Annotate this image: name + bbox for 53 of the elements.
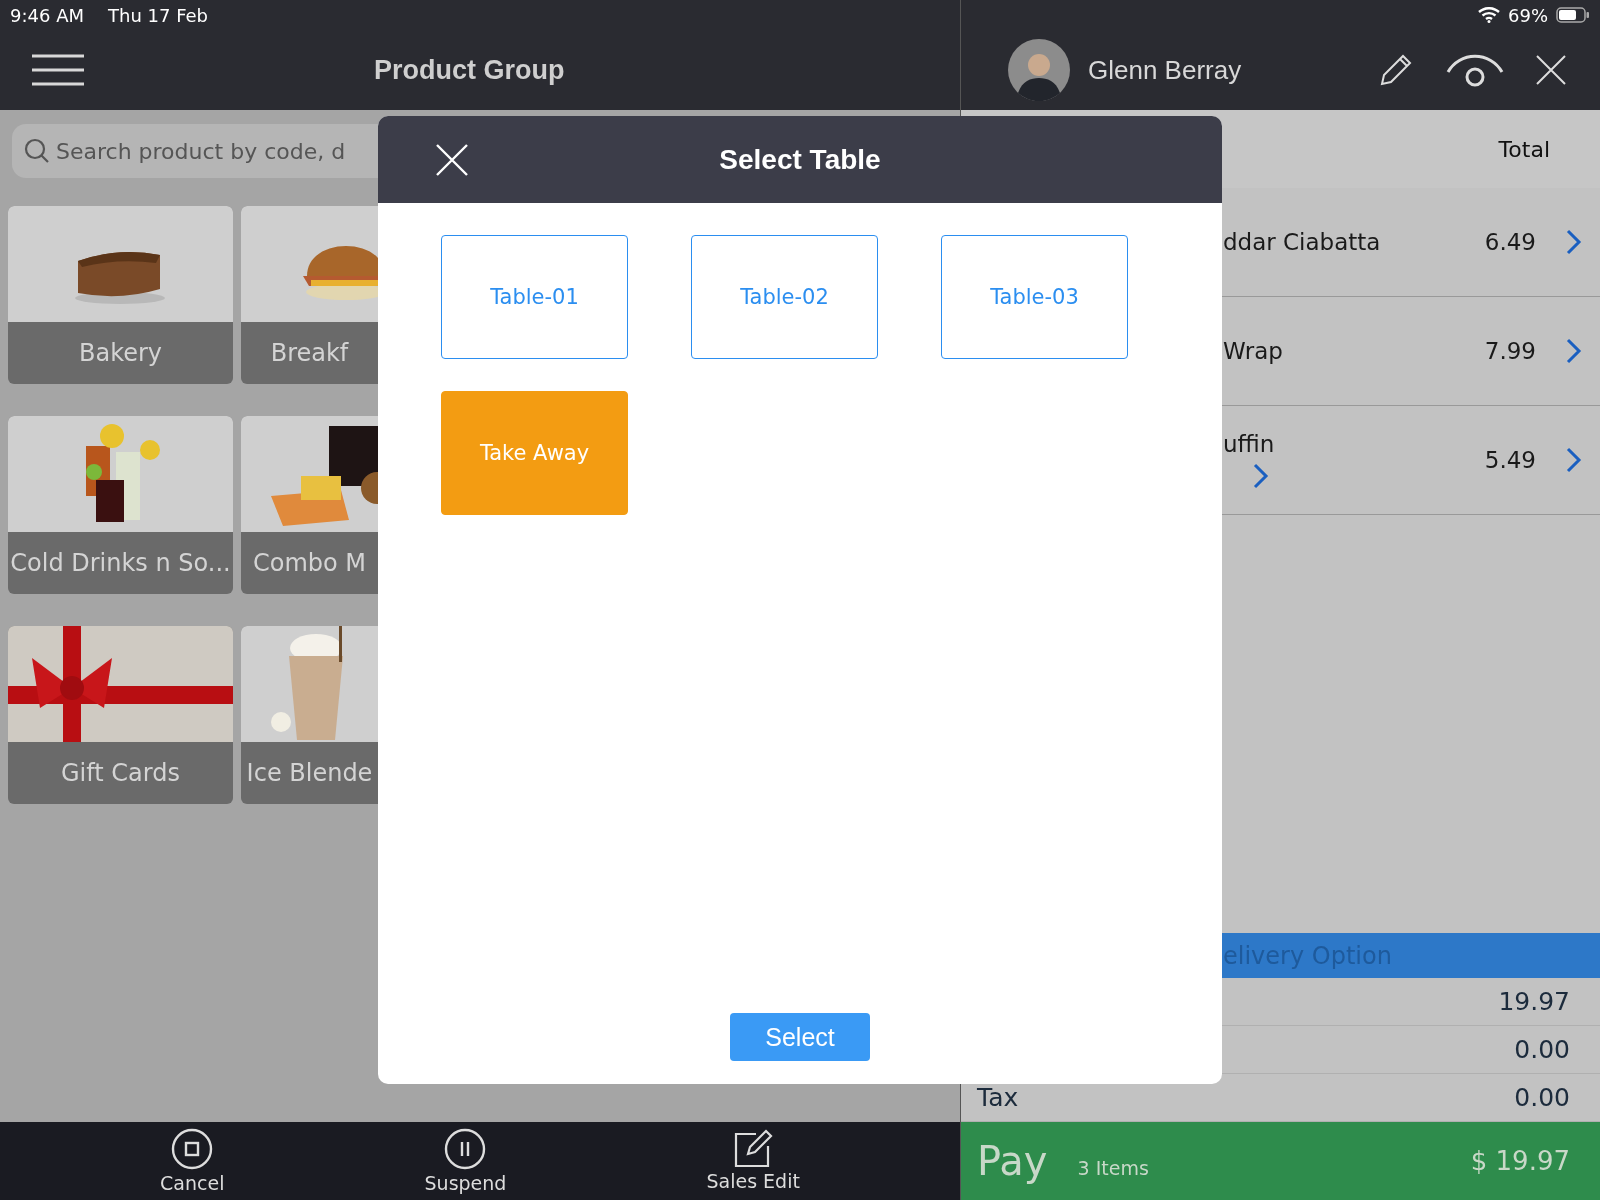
product-group-tile[interactable]: Cold Drinks n So... <box>8 416 233 594</box>
dialog-title: Select Table <box>719 143 881 176</box>
product-group-tile[interactable]: Breakf <box>241 206 378 384</box>
item-price: 6.49 <box>1484 229 1536 255</box>
battery-percent: 69% <box>1508 4 1548 26</box>
table-option[interactable]: Take Away <box>441 391 628 515</box>
tile-label: Cold Drinks n So... <box>9 548 232 579</box>
column-header: Total <box>1498 136 1550 162</box>
header-title: Product Group <box>374 54 565 86</box>
toolbar-button[interactable]: Suspend <box>424 1122 507 1200</box>
table-option[interactable]: Table-01 <box>441 235 628 359</box>
stop-icon <box>171 1128 214 1170</box>
chevron-icon[interactable] <box>1566 229 1582 255</box>
product-group-tile[interactable]: Gift Cards <box>8 626 233 804</box>
tile-label: Breakf <box>269 338 350 369</box>
edit-icon <box>732 1128 775 1168</box>
search-field[interactable]: Search product by code, d <box>12 124 378 178</box>
tile-label: Combo M <box>251 548 368 579</box>
summary-value: 0.00 <box>1514 1083 1570 1112</box>
avatar <box>1008 39 1070 101</box>
tile-label: Bakery <box>77 338 164 369</box>
item-name: ddar Ciabatta <box>1223 229 1382 255</box>
tile-label: Gift Cards <box>60 758 181 789</box>
product-group-tile[interactable]: Bakery <box>8 206 233 384</box>
item-price: 5.49 <box>1484 447 1536 473</box>
item-name: uffin <box>1223 431 1276 457</box>
toolbar-button[interactable]: Sales Edit <box>706 1122 800 1200</box>
table-option[interactable]: Table-02 <box>691 235 878 359</box>
product-group-tile[interactable]: Ice Blende <box>241 626 378 804</box>
item-name: Wrap <box>1223 338 1284 364</box>
pause-icon <box>444 1128 487 1170</box>
tile-label: Ice Blende <box>245 758 374 789</box>
summary-label: Tax <box>977 1083 1019 1112</box>
close-icon[interactable] <box>1536 55 1566 85</box>
menu-icon[interactable] <box>32 54 84 86</box>
pay-button[interactable]: Pay 3 Items $ 19.97 <box>961 1122 1600 1200</box>
user-name: Glenn Berray <box>1088 54 1242 86</box>
chevron-icon[interactable] <box>1566 447 1582 473</box>
select-button[interactable]: Select <box>730 1013 870 1061</box>
eye-icon[interactable] <box>1446 52 1504 88</box>
wifi-icon <box>1478 7 1500 23</box>
product-group-tile[interactable]: Combo M <box>241 416 378 594</box>
item-price: 7.99 <box>1484 338 1536 364</box>
summary-value: 19.97 <box>1498 987 1570 1016</box>
summary-value: 0.00 <box>1514 1035 1570 1064</box>
status-time: 9:46 AM <box>10 4 84 26</box>
table-option[interactable]: Table-03 <box>941 235 1128 359</box>
chevron-icon[interactable] <box>1566 338 1582 364</box>
toolbar-button[interactable]: Cancel <box>160 1122 225 1200</box>
pencil-icon[interactable] <box>1378 52 1414 88</box>
chevron-icon[interactable] <box>1253 463 1269 489</box>
status-date: Thu 17 Feb <box>108 4 209 26</box>
battery-icon <box>1556 7 1590 23</box>
